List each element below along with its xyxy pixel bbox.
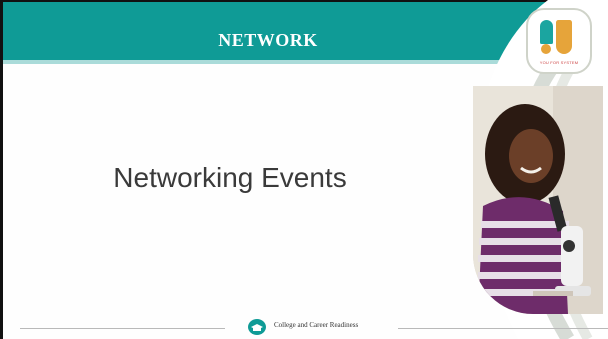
- header-title: NETWORK: [218, 30, 318, 50]
- logo-shape-orange: [556, 20, 572, 54]
- logo-text: YOU FOR SYSTEM: [539, 60, 579, 65]
- graduation-cap-icon: [248, 319, 266, 335]
- footer-label: College and Career Readiness: [274, 321, 359, 329]
- slide-main-heading: Networking Events: [113, 162, 347, 193]
- logo-shape-teal: [540, 20, 553, 44]
- footer-divider-right: [398, 328, 608, 329]
- student-photo: [473, 86, 603, 314]
- student-microscope-image: [473, 86, 603, 314]
- logo-dot: [541, 44, 551, 54]
- brand-logo-icon: YOU FOR SYSTEM: [526, 8, 592, 74]
- presentation-slide: NETWORK YOU FOR SYSTEM Networking Events…: [0, 0, 608, 339]
- footer-divider-left: [20, 328, 225, 329]
